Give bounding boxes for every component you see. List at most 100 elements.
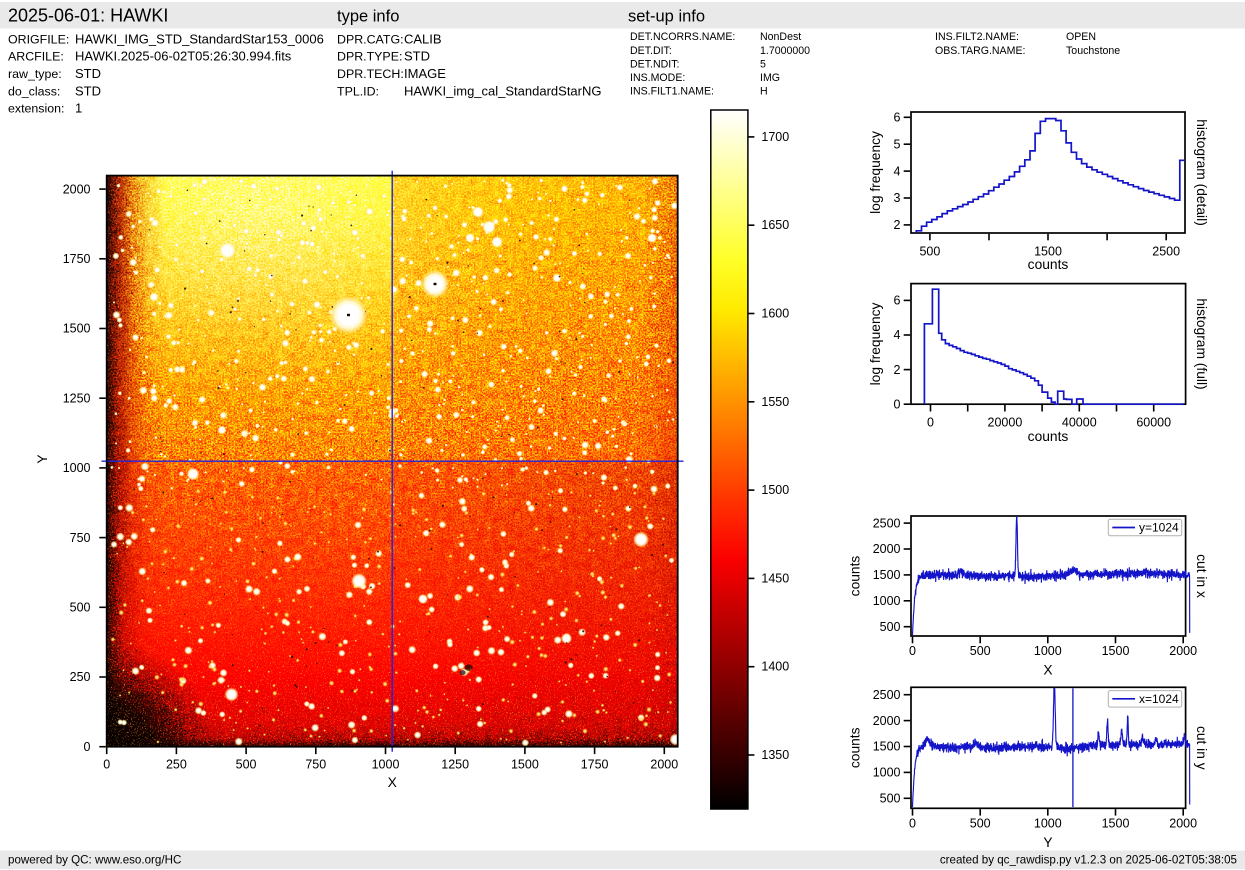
- svg-text:1700: 1700: [761, 130, 789, 144]
- svg-text:H: H: [760, 85, 768, 97]
- svg-text:counts: counts: [1028, 257, 1069, 272]
- svg-text:6: 6: [894, 111, 901, 125]
- svg-text:1000: 1000: [372, 758, 400, 772]
- svg-text:2000: 2000: [63, 182, 91, 196]
- svg-text:counts: counts: [848, 556, 863, 597]
- svg-text:histogram (detail): histogram (detail): [1194, 119, 1209, 226]
- svg-text:750: 750: [305, 758, 326, 772]
- svg-text:1500: 1500: [1102, 644, 1130, 658]
- svg-text:20000: 20000: [988, 416, 1023, 430]
- svg-text:cut in x: cut in x: [1194, 554, 1209, 598]
- svg-text:1400: 1400: [761, 660, 789, 674]
- svg-text:ORIGFILE:: ORIGFILE:: [8, 32, 69, 46]
- svg-text:2000: 2000: [650, 758, 678, 772]
- svg-text:2000: 2000: [1169, 644, 1197, 658]
- svg-text:500: 500: [236, 758, 257, 772]
- svg-text:2000: 2000: [873, 542, 901, 556]
- svg-text:DET.DIT:: DET.DIT:: [630, 45, 672, 57]
- svg-text:5: 5: [894, 137, 901, 151]
- svg-text:2: 2: [894, 363, 901, 377]
- svg-text:DPR.TYPE:: DPR.TYPE:: [337, 50, 402, 64]
- svg-text:STD: STD: [75, 66, 101, 81]
- svg-text:2000: 2000: [873, 714, 901, 728]
- svg-text:2: 2: [894, 218, 901, 232]
- svg-text:500: 500: [880, 792, 901, 806]
- svg-text:histogram (full): histogram (full): [1194, 298, 1209, 389]
- svg-text:40000: 40000: [1062, 416, 1097, 430]
- svg-text:IMAGE: IMAGE: [404, 66, 446, 81]
- svg-text:1500: 1500: [511, 758, 539, 772]
- svg-text:1500: 1500: [1102, 817, 1130, 831]
- svg-text:1500: 1500: [873, 568, 901, 582]
- svg-text:log frequency: log frequency: [868, 302, 883, 385]
- svg-text:cut in y: cut in y: [1194, 726, 1209, 770]
- svg-text:1500: 1500: [761, 483, 789, 497]
- svg-text:DET.NDIT:: DET.NDIT:: [630, 58, 679, 70]
- svg-text:1250: 1250: [63, 391, 91, 405]
- svg-text:750: 750: [70, 531, 91, 545]
- svg-text:3: 3: [894, 191, 901, 205]
- svg-text:1500: 1500: [873, 740, 901, 754]
- svg-text:X: X: [1043, 663, 1052, 678]
- svg-text:1550: 1550: [761, 395, 789, 409]
- svg-text:1.7000000: 1.7000000: [760, 45, 810, 57]
- svg-text:1750: 1750: [63, 252, 91, 266]
- svg-text:1450: 1450: [761, 571, 789, 585]
- svg-text:0: 0: [894, 397, 901, 411]
- svg-text:IMG: IMG: [760, 72, 780, 84]
- svg-text:0: 0: [103, 758, 110, 772]
- svg-text:4: 4: [894, 328, 901, 342]
- svg-text:0: 0: [909, 817, 916, 831]
- svg-text:1000: 1000: [873, 594, 901, 608]
- svg-text:raw_type:: raw_type:: [8, 67, 62, 81]
- svg-text:log frequency: log frequency: [868, 131, 883, 214]
- svg-text:HAWKI.2025-06-02T05:26:30.994.: HAWKI.2025-06-02T05:26:30.994.fits: [75, 49, 292, 64]
- svg-text:1500: 1500: [63, 322, 91, 336]
- svg-text:INS.FILT1.NAME:: INS.FILT1.NAME:: [630, 85, 714, 97]
- svg-text:OPEN: OPEN: [1066, 31, 1096, 43]
- svg-text:ARCFILE:: ARCFILE:: [8, 50, 64, 64]
- svg-text:do_class:: do_class:: [8, 84, 60, 98]
- svg-text:DPR.TECH:: DPR.TECH:: [337, 67, 404, 81]
- svg-text:2500: 2500: [873, 516, 901, 530]
- svg-text:Y: Y: [35, 454, 50, 463]
- svg-text:500: 500: [970, 817, 991, 831]
- svg-text:1350: 1350: [761, 748, 789, 762]
- svg-text:1000: 1000: [873, 766, 901, 780]
- svg-text:250: 250: [70, 670, 91, 684]
- svg-text:60000: 60000: [1136, 416, 1171, 430]
- svg-text:CALIB: CALIB: [404, 31, 442, 46]
- svg-text:DPR.CATG:: DPR.CATG:: [337, 32, 404, 46]
- svg-text:x=1024: x=1024: [1139, 692, 1179, 706]
- svg-text:OBS.TARG.NAME:: OBS.TARG.NAME:: [935, 45, 1025, 57]
- svg-text:250: 250: [166, 758, 187, 772]
- svg-text:6: 6: [894, 294, 901, 308]
- svg-text:5: 5: [760, 58, 766, 70]
- svg-text:created by qc_rawdisp.py v1.2.: created by qc_rawdisp.py v1.2.3 on 2025-…: [940, 854, 1237, 867]
- svg-text:500: 500: [919, 245, 940, 259]
- svg-text:4: 4: [894, 164, 901, 178]
- svg-text:HAWKI_IMG_STD_StandardStar153_: HAWKI_IMG_STD_StandardStar153_0006: [75, 31, 324, 46]
- svg-text:1600: 1600: [761, 307, 789, 321]
- svg-text:500: 500: [970, 644, 991, 658]
- svg-text:INS.MODE:: INS.MODE:: [630, 72, 685, 84]
- svg-text:counts: counts: [1028, 429, 1069, 444]
- svg-text:1000: 1000: [1034, 644, 1062, 658]
- svg-text:NonDest: NonDest: [760, 31, 801, 43]
- svg-text:0: 0: [84, 740, 91, 754]
- svg-text:y=1024: y=1024: [1139, 521, 1179, 535]
- svg-text:Y: Y: [1043, 835, 1052, 850]
- svg-text:500: 500: [70, 601, 91, 615]
- svg-text:1000: 1000: [63, 461, 91, 475]
- svg-text:2500: 2500: [1152, 245, 1180, 259]
- svg-text:DET.NCORRS.NAME:: DET.NCORRS.NAME:: [630, 31, 735, 43]
- svg-text:STD: STD: [75, 83, 101, 98]
- svg-text:TPL.ID:: TPL.ID:: [337, 84, 379, 98]
- svg-text:X: X: [388, 775, 397, 790]
- svg-text:counts: counts: [848, 727, 863, 768]
- svg-text:2500: 2500: [873, 688, 901, 702]
- svg-text:type info: type info: [337, 8, 399, 26]
- svg-text:2000: 2000: [1169, 817, 1197, 831]
- svg-text:HAWKI_img_cal_StandardStarNG: HAWKI_img_cal_StandardStarNG: [404, 83, 602, 98]
- svg-text:1650: 1650: [761, 218, 789, 232]
